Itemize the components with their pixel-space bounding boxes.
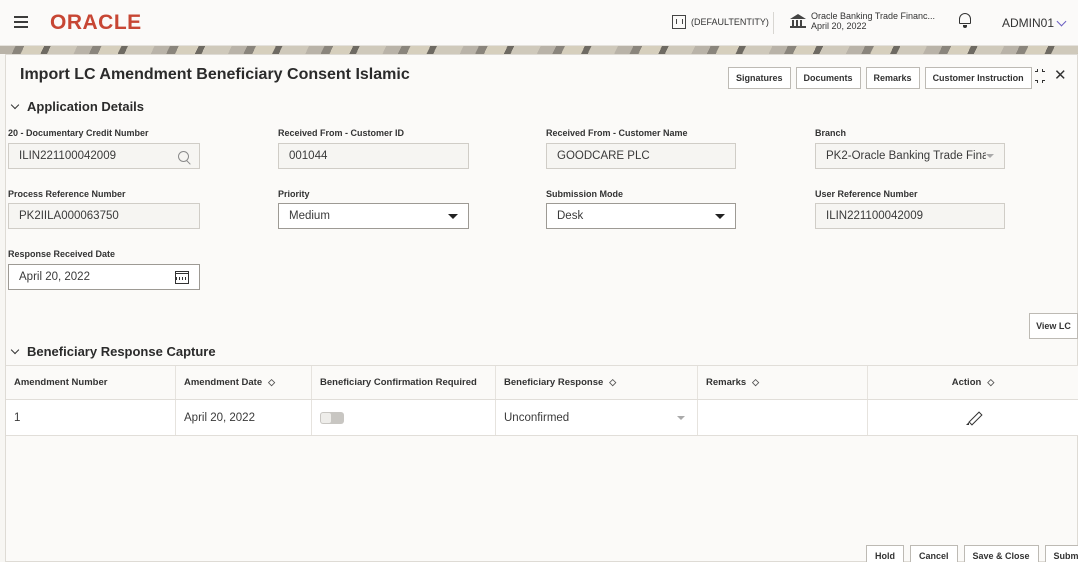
column-header-amendment-number: Amendment Number xyxy=(6,366,176,399)
dropdown-caret-icon xyxy=(448,213,458,219)
header-action-buttons: Signatures Documents Remarks Customer In… xyxy=(728,67,1037,89)
beneficiary-response-title: Beneficiary Response Capture xyxy=(27,344,216,359)
documentary-credit-number-value: ILIN221100042009 xyxy=(19,150,116,162)
confirmation-required-toggle[interactable] xyxy=(320,411,344,424)
header-divider xyxy=(773,12,774,34)
sort-icon[interactable]: ◇ xyxy=(752,377,759,388)
dropdown-caret-icon xyxy=(715,213,725,219)
documentary-credit-number-field[interactable]: ILIN221100042009 xyxy=(8,143,200,169)
documentary-credit-number-label: 20 - Documentary Credit Number xyxy=(8,128,149,138)
user-reference-value: ILIN221100042009 xyxy=(826,210,923,222)
application-details-title: Application Details xyxy=(27,99,145,114)
edit-pencil-icon[interactable] xyxy=(966,411,980,425)
save-close-button[interactable]: Save & Close xyxy=(963,545,1039,562)
column-header-beneficiary-response[interactable]: Beneficiary Response ◇ xyxy=(496,366,698,399)
entity-building-icon xyxy=(672,15,686,29)
branch-select[interactable]: PK2-Oracle Banking Trade Fina xyxy=(815,143,1005,169)
branch-selector[interactable]: Oracle Banking Trade Financ... April 20,… xyxy=(790,11,935,31)
beneficiary-response-value: Unconfirmed xyxy=(504,411,570,424)
cancel-button[interactable]: Cancel xyxy=(910,545,958,562)
table-header-row: Amendment Number Amendment Date ◇ Benefic… xyxy=(6,366,1078,400)
sort-icon[interactable]: ◇ xyxy=(609,377,616,388)
remarks-button[interactable]: Remarks xyxy=(865,67,920,89)
calendar-icon[interactable] xyxy=(175,270,189,284)
user-reference-field[interactable]: ILIN221100042009 xyxy=(815,203,1005,229)
amendment-date-cell: April 20, 2022 xyxy=(176,400,312,435)
confirmation-required-cell xyxy=(312,400,496,435)
priority-select[interactable]: Medium xyxy=(278,203,469,229)
response-date-value: April 20, 2022 xyxy=(19,271,90,283)
customer-id-label: Received From - Customer ID xyxy=(278,128,405,138)
amendment-number-cell: 1 xyxy=(6,400,176,435)
branch-value: PK2-Oracle Banking Trade Fina xyxy=(826,150,986,162)
process-reference-label: Process Reference Number xyxy=(8,189,126,199)
column-header-label: Action xyxy=(951,377,982,388)
priority-label: Priority xyxy=(278,189,310,199)
beneficiary-response-table: Amendment Number Amendment Date ◇ Benefic… xyxy=(6,365,1078,436)
sort-icon[interactable]: ◇ xyxy=(987,377,994,388)
submit-button[interactable]: Submit xyxy=(1044,545,1078,562)
decorative-banner xyxy=(0,46,1078,54)
priority-value: Medium xyxy=(289,210,330,222)
column-header-label: Amendment Date xyxy=(184,377,263,388)
entity-selector[interactable]: (DEFAULTENTITY) xyxy=(672,15,769,29)
main-panel xyxy=(5,54,1078,562)
page-title: Import LC Amendment Beneficiary Consent … xyxy=(20,66,410,83)
top-header-bar: ORACLE (DEFAULTENTITY) Oracle Banking Tr… xyxy=(0,0,1078,46)
column-header-label: Beneficiary Confirmation Required xyxy=(320,377,477,388)
column-header-label: Amendment Number xyxy=(14,377,108,388)
column-header-action[interactable]: Action ◇ xyxy=(868,366,1078,399)
view-lc-button[interactable]: View LC xyxy=(1029,313,1078,339)
column-header-remarks[interactable]: Remarks ◇ xyxy=(698,366,868,399)
customer-name-value: GOODCARE PLC xyxy=(557,150,650,162)
application-details-header[interactable]: Application Details xyxy=(10,99,145,114)
sort-icon[interactable]: ◇ xyxy=(268,377,275,388)
collapse-icon[interactable] xyxy=(1035,69,1045,83)
action-cell xyxy=(868,400,1078,435)
close-icon[interactable]: ✕ xyxy=(1054,66,1067,84)
bank-date: April 20, 2022 xyxy=(811,21,867,31)
dropdown-caret-icon xyxy=(677,415,685,420)
chevron-down-icon xyxy=(1056,16,1067,26)
user-name: ADMIN01 xyxy=(1002,16,1055,30)
entity-label: (DEFAULTENTITY) xyxy=(691,17,769,27)
submission-mode-select[interactable]: Desk xyxy=(546,203,736,229)
customer-name-label: Received From - Customer Name xyxy=(546,128,688,138)
customer-id-field[interactable]: 001044 xyxy=(278,143,469,169)
customer-name-field[interactable]: GOODCARE PLC xyxy=(546,143,736,169)
bank-icon xyxy=(790,14,806,28)
footer-action-buttons: Hold Cancel Save & Close Submit xyxy=(866,545,1078,562)
table-row: 1 April 20, 2022 Unconfirmed xyxy=(6,400,1078,436)
hold-button[interactable]: Hold xyxy=(866,545,904,562)
user-menu[interactable]: ADMIN01 xyxy=(1002,16,1067,30)
customer-id-value: 001044 xyxy=(289,150,328,162)
submission-mode-label: Submission Mode xyxy=(546,189,624,199)
column-header-confirmation-required: Beneficiary Confirmation Required xyxy=(312,366,496,399)
beneficiary-response-header[interactable]: Beneficiary Response Capture xyxy=(10,344,216,359)
chevron-down-icon xyxy=(10,345,20,354)
signatures-button[interactable]: Signatures xyxy=(728,67,791,89)
column-header-amendment-date[interactable]: Amendment Date ◇ xyxy=(176,366,312,399)
documents-button[interactable]: Documents xyxy=(795,67,861,89)
beneficiary-response-cell[interactable]: Unconfirmed xyxy=(496,400,698,435)
column-header-label: Remarks xyxy=(706,377,747,388)
remarks-cell[interactable] xyxy=(698,400,868,435)
branch-label: Branch xyxy=(815,128,847,138)
column-header-label: Beneficiary Response xyxy=(504,377,604,388)
submission-mode-value: Desk xyxy=(557,210,584,222)
process-reference-value: PK2IILA000063750 xyxy=(19,210,119,222)
hamburger-menu-icon[interactable] xyxy=(14,16,28,28)
search-icon[interactable] xyxy=(178,150,189,162)
dropdown-caret-icon xyxy=(986,154,994,158)
response-date-label: Response Received Date xyxy=(8,249,116,259)
user-reference-label: User Reference Number xyxy=(815,189,918,199)
oracle-logo: ORACLE xyxy=(50,11,142,34)
bank-name: Oracle Banking Trade Financ... xyxy=(811,11,936,21)
customer-instruction-button[interactable]: Customer Instruction xyxy=(924,67,1032,89)
chevron-down-icon xyxy=(10,100,20,109)
response-date-field[interactable]: April 20, 2022 xyxy=(8,264,200,290)
process-reference-field[interactable]: PK2IILA000063750 xyxy=(8,203,200,229)
notification-bell-icon[interactable] xyxy=(958,13,972,29)
